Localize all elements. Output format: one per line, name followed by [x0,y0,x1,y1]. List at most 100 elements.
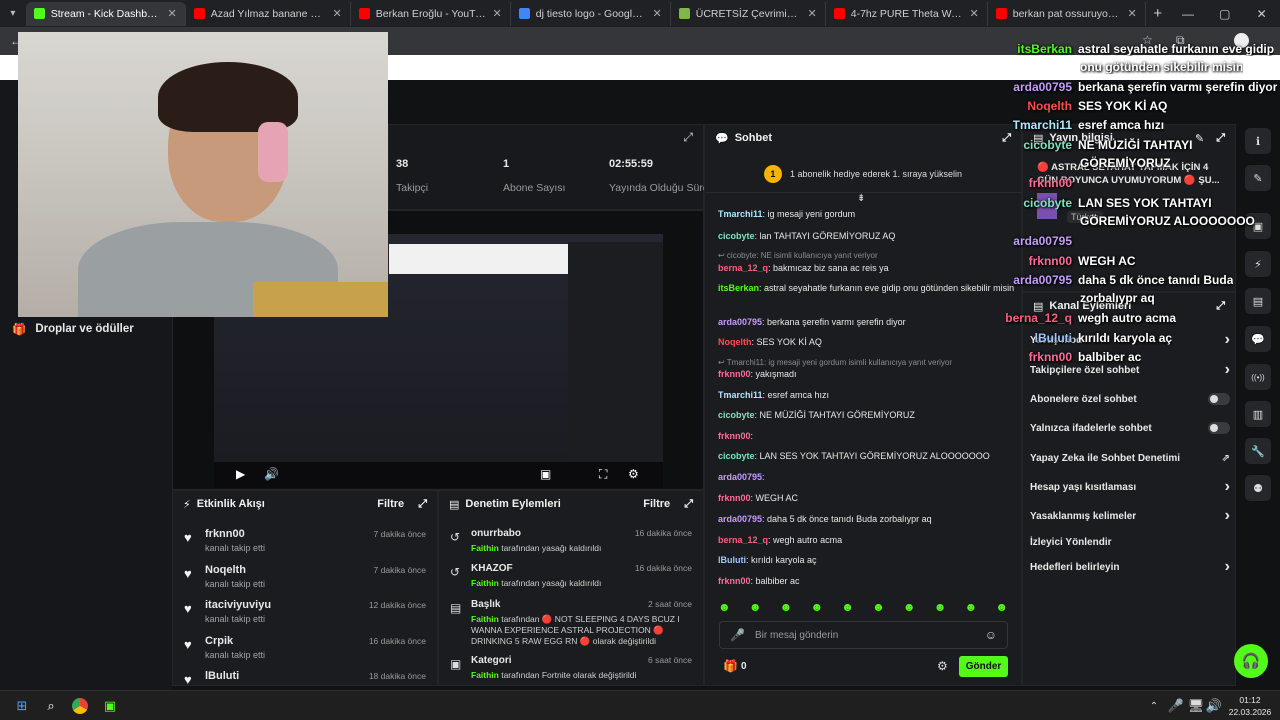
expand-icon[interactable]: ⤢ [1216,132,1225,145]
clock-time[interactable]: 01:12 [1228,695,1272,705]
moderator-name[interactable]: Faithin [471,614,499,624]
chat-message[interactable]: itsBerkan: astral seyahatle furkanın eve… [718,283,1018,293]
chat-message[interactable]: arda00795: [718,472,1018,482]
pip-icon[interactable]: ▣ [540,467,551,481]
volume-icon[interactable]: 🔊 [264,467,279,481]
tab-close-icon[interactable]: ✕ [1128,7,1137,20]
toggle-switch[interactable] [1208,422,1230,434]
support-button[interactable]: 🎧 [1234,644,1268,678]
chat-message[interactable]: arda00795: daha 5 dk önce tanıdı Buda zo… [718,514,1018,524]
chat-message[interactable]: cicobyte: lan TAHTAYI GÖREMİYORUZ AQ [718,231,1018,241]
expand-icon[interactable]: ⤢ [683,130,693,145]
chat-message[interactable]: berna_12_q: bakmıcaz biz sana ac reis ya [718,263,1018,273]
channel-action-item[interactable]: Yalnızca ifadelerle sohbet [1030,419,1230,437]
chat-message[interactable]: Tmarchi11: esref amca hızı [718,390,1018,400]
moderator-name[interactable]: Faithin [471,543,499,553]
chat-username[interactable]: berna_12_q [718,263,768,273]
activity-item[interactable]: ♥ frknn00 kanalı takip etti 7 dakika önce [180,528,430,562]
moderation-filter-button[interactable]: Filtre [643,498,670,511]
emoji-icon[interactable]: ☺ [985,628,997,642]
browser-tab[interactable]: dj tiesto logo - Google'da Ara ✕ [511,1,671,26]
chat-username[interactable]: arda00795 [718,317,762,327]
chat-message[interactable]: Noqelth: SES YOK Kİ AQ [718,337,1018,347]
tab-close-icon[interactable]: ✕ [168,7,177,20]
clock-date[interactable]: 22.03.2026 [1226,707,1274,717]
activity-filter-button[interactable]: Filtre [377,498,404,511]
emote-icon[interactable]: ☻ [872,600,885,616]
chat-username[interactable]: frknn00 [718,493,751,503]
channel-action-item[interactable]: İzleyici Yönlendir [1030,533,1230,551]
settings-gear-icon[interactable]: ⚙ [628,467,639,481]
activity-item[interactable]: ♥ Crpik kanalı takip etti 16 dakika önce [180,635,430,669]
minimize-button[interactable]: — [1170,7,1207,21]
channel-action-item[interactable]: Abonelere özel sohbet [1030,390,1230,408]
toggle-switch[interactable] [1208,393,1230,405]
chat-username[interactable]: frknn00 [718,369,751,379]
tab-close-icon[interactable]: ✕ [493,7,502,20]
maximize-button[interactable]: ▢ [1206,7,1243,21]
kick-app-icon[interactable]: ▣ [100,696,120,716]
wrench-icon[interactable]: 🔧 [1245,438,1271,464]
tray-network-icon[interactable]: 🖥 [1186,696,1206,716]
chat-username[interactable]: cicobyte [718,231,755,241]
activity-username[interactable]: Noqelth [205,564,246,576]
chat-username[interactable]: Noqelth [718,337,752,347]
chat-username[interactable]: cicobyte [718,451,755,461]
search-icon[interactable]: ⌕ [41,696,61,716]
tab-close-icon[interactable]: ✕ [653,7,662,20]
chat-message[interactable]: frknn00: [718,431,1018,441]
chat-input[interactable]: 🎤 Bir mesaj gönderin ☺ [719,621,1008,649]
browser-tab[interactable]: Berkan Eroğlu - YouTube ✕ [351,1,511,26]
info-icon[interactable]: ℹ [1245,128,1271,154]
tab-close-icon[interactable]: ✕ [808,7,817,20]
browser-tab[interactable]: ÜCRETSİZ Çevrimiçi Satranç Oy ✕ [671,1,826,26]
send-button[interactable]: Gönder [959,656,1008,677]
activity-username[interactable]: Crpik [205,635,233,647]
channel-action-item[interactable]: Hedefleri belirleyin › [1030,558,1230,576]
chat-message[interactable]: Tmarchi11: ig mesaji yeni gordum [718,209,1018,219]
channel-action-item[interactable]: Yasaklanmış kelimeler › [1030,507,1230,525]
chat-message[interactable]: arda00795: berkana şerefin varmı şerefin… [718,317,1018,327]
windows-start-icon[interactable]: ⊞ [12,696,32,716]
chat-message[interactable]: lBuluti: kırıldı karyola aç [718,555,1018,565]
chat-message[interactable]: cicobyte: NE MÜZİĞİ TAHTAYI GÖREMİYORUZ [718,410,1018,420]
expand-icon[interactable]: ⤢ [1216,300,1225,313]
chat-username[interactable]: berna_12_q [718,535,768,545]
clipboard-icon[interactable]: ▤ [1245,288,1271,314]
tray-mic-icon[interactable]: 🎤 [1166,696,1186,716]
emote-icon[interactable]: ☻ [780,600,793,616]
gift-box-icon[interactable]: 🎁 [723,659,738,673]
pinned-chevron-icon[interactable]: ⇟ [857,193,865,204]
chat-username[interactable]: arda00795 [718,472,762,482]
channel-action-item[interactable]: Hesap yaşı kısıtlaması › [1030,478,1230,496]
chat-username[interactable]: frknn00 [718,576,751,586]
chat-icon[interactable]: 💬 [1245,326,1271,352]
expand-icon[interactable]: ⤢ [418,498,427,511]
chat-settings-icon[interactable]: ⚙ [937,659,948,673]
tray-volume-icon[interactable]: 🔊 [1204,696,1224,716]
channel-action-item[interactable]: Yapay Zeka ile Sohbet Denetimi ⇗ [1030,449,1230,467]
browser-tab[interactable]: 4-7hz PURE Theta Waves | CIA ✕ [826,1,988,26]
broadcast-icon[interactable]: ((•)) [1245,364,1271,390]
moderator-name[interactable]: Faithin [471,670,499,680]
activity-item[interactable]: ♥ itaciviyuviyu kanalı takip etti 12 dakika… [180,599,430,633]
new-tab-button[interactable]: + [1146,5,1170,22]
chat-username[interactable]: itsBerkan [718,283,759,293]
chat-message[interactable]: berna_12_q: wegh autro acma [718,535,1018,545]
browser-tab[interactable]: Stream - Kick Dashboard ✕ [25,1,186,26]
activity-username[interactable]: frknn00 [205,528,245,540]
sidebar-item-drops[interactable]: 🎁 Droplar ve ödüller [12,322,134,336]
activity-username[interactable]: lBuluti [205,670,239,682]
emote-icon[interactable]: ☻ [749,600,762,616]
chat-username[interactable]: frknn00 [718,431,751,441]
chat-username[interactable]: cicobyte [718,410,755,420]
tab-list-menu-icon[interactable]: ▾ [0,8,26,19]
chat-message[interactable]: frknn00: balbiber ac [718,576,1018,586]
expand-icon[interactable]: ⤢ [684,498,693,511]
chrome-icon[interactable] [70,696,90,716]
pencil-icon[interactable]: ✎ [1245,165,1271,191]
microphone-icon[interactable]: 🎤 [730,628,745,642]
chat-message[interactable]: frknn00: yakışmadı [718,369,1018,379]
emote-icon[interactable]: ☻ [903,600,916,616]
chat-message[interactable]: frknn00: WEGH AC [718,493,1018,503]
